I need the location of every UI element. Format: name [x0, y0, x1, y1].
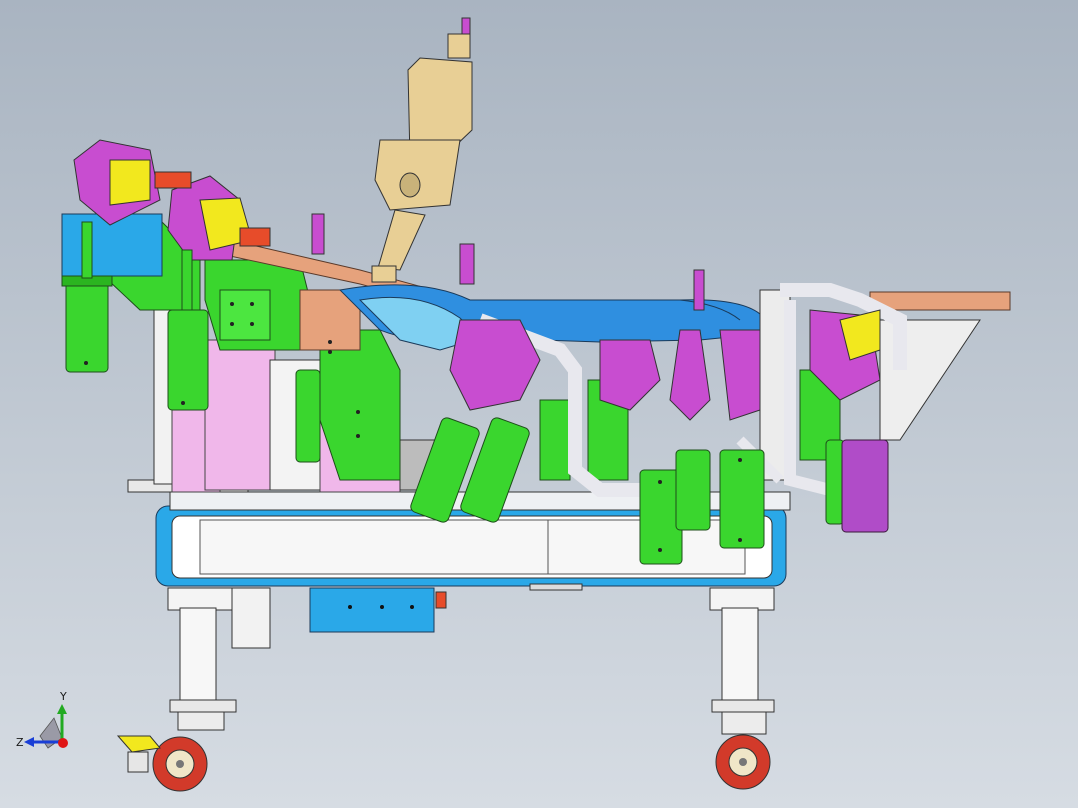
z-axis-label: Z: [16, 736, 24, 749]
caster-wheel-right: [715, 711, 771, 790]
caster-wheel-left: [116, 711, 225, 792]
fixture-drawing: Y Z: [16, 17, 1011, 792]
y-axis-head: [57, 704, 67, 714]
x-axis-origin: [58, 738, 68, 748]
welding-gun: [371, 17, 473, 283]
cad-viewport[interactable]: Y Z: [0, 0, 1078, 808]
y-axis-label: Y: [59, 690, 67, 703]
orientation-triad: Y Z: [16, 690, 68, 749]
z-axis-head: [24, 737, 34, 747]
